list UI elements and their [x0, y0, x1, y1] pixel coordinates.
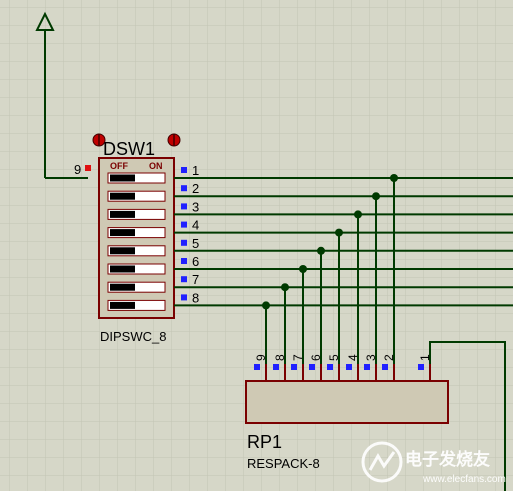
on-label: ON [149, 161, 163, 171]
pin-label: 7 [192, 272, 199, 287]
dip-switch-type: DIPSWC_8 [100, 329, 166, 344]
pin-label: 6 [192, 254, 199, 269]
off-label: OFF [110, 161, 128, 171]
pin-marker [364, 364, 370, 370]
switch-toggle[interactable] [107, 299, 166, 311]
switch-toggle[interactable] [107, 172, 166, 184]
switch-toggle[interactable] [107, 263, 166, 275]
pin-label: 3 [364, 354, 378, 361]
pin-label: 8 [192, 290, 199, 305]
switch-toggle[interactable] [107, 245, 166, 257]
pin-label: 5 [192, 236, 199, 251]
pin-label: 4 [346, 354, 360, 361]
pin-marker [327, 364, 333, 370]
pin-label: 5 [327, 354, 341, 361]
pin-marker [181, 185, 187, 192]
pin-marker [382, 364, 388, 370]
junction-dot [354, 210, 362, 219]
pin-marker [254, 364, 260, 370]
pin-label: 1 [418, 354, 432, 361]
switch-toggle[interactable] [107, 190, 166, 202]
switch-toggle[interactable] [107, 208, 166, 220]
pin-label: 1 [192, 163, 199, 178]
pin-marker [291, 364, 297, 370]
common-pin-marker [85, 165, 91, 171]
junction-dot [372, 192, 380, 201]
junction-dot [390, 174, 398, 182]
pin-label: 2 [382, 354, 396, 361]
pin-marker [181, 276, 187, 283]
pin-marker [181, 294, 187, 301]
switch-toggle[interactable] [107, 281, 166, 293]
common-pin-label: 9 [74, 162, 81, 177]
switch-toggle[interactable] [107, 227, 166, 239]
junction-dot [281, 283, 289, 292]
pin-label: 7 [291, 354, 305, 361]
resistor-pack-body [245, 380, 449, 424]
watermark-title: 电子发烧友 [405, 449, 490, 469]
pin-label: 8 [273, 354, 287, 361]
dip-switch-ref: DSW1 [103, 139, 155, 159]
pin-marker [273, 364, 279, 370]
watermark-url: www.elecfans.com [422, 474, 506, 485]
pin-label: 3 [192, 199, 199, 214]
junction-dot [335, 228, 343, 237]
pin-marker [346, 364, 352, 370]
resistor-pack-ref: RP1 [247, 432, 282, 452]
pin-label: 2 [192, 181, 199, 196]
schematic-canvas: DSW1 OFF ON 9 12345678 DIPSWC_8 98765432… [0, 0, 513, 491]
pin-label: 9 [254, 354, 268, 361]
pin-marker [309, 364, 315, 370]
junction-dot [299, 265, 307, 273]
junction-dot [317, 246, 325, 255]
pin-marker [181, 221, 187, 228]
pin-marker [181, 258, 187, 264]
pin-marker [418, 364, 424, 370]
pin-marker [181, 203, 187, 210]
junction-dot [262, 301, 270, 310]
pin-label: 6 [309, 354, 323, 361]
probe-icon [167, 133, 181, 147]
resistor-pack-type: RESPACK-8 [247, 456, 320, 471]
pin-label: 4 [192, 218, 199, 233]
pin-marker [181, 239, 187, 246]
pin-marker [181, 167, 187, 173]
